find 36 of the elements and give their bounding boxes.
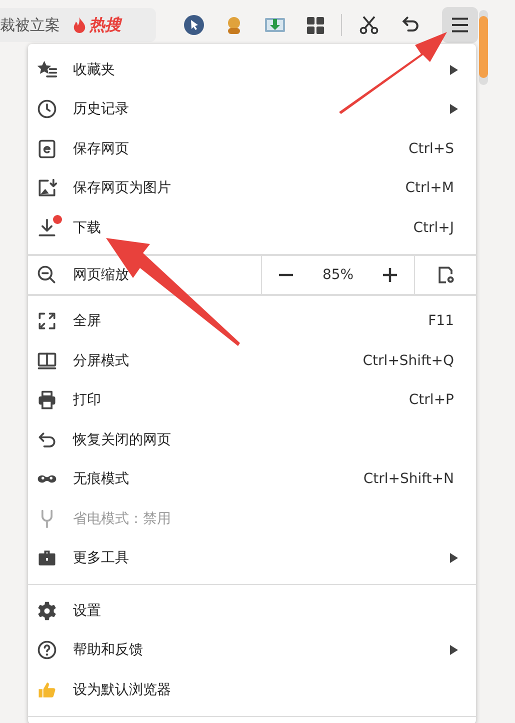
menu-icon	[451, 17, 469, 33]
search-bar[interactable]: 裁被立案 热搜	[0, 8, 156, 42]
scissors-icon[interactable]	[358, 14, 380, 36]
menu-item[interactable]: 分屏模式 Ctrl+Shift+Q	[28, 341, 476, 380]
shortcut-text: Ctrl+Shift+Q	[362, 352, 454, 369]
shortcut-text: Ctrl+M	[405, 180, 454, 196]
menu-item[interactable]: 更多工具	[28, 538, 476, 578]
shortcut-text: F11	[428, 313, 454, 330]
menu-item[interactable]: 历史记录	[28, 90, 476, 129]
menu-item[interactable]: 保存网页 Ctrl+S	[28, 129, 476, 168]
menu-button[interactable]	[442, 7, 478, 43]
image-icon	[36, 177, 60, 200]
shortcut-text: Ctrl+Shift+N	[363, 471, 454, 488]
menu-item[interactable]: 收藏夹	[28, 50, 476, 90]
menu-item[interactable]: 全屏 F11	[28, 302, 476, 341]
menu-item[interactable]: 设置	[28, 591, 476, 630]
scrollbar[interactable]	[479, 10, 488, 85]
flame-icon	[72, 16, 87, 34]
shortcut-text: Ctrl+S	[408, 140, 454, 157]
menu-item[interactable]: 设为默认浏览器	[28, 670, 476, 710]
cursor-icon[interactable]	[184, 15, 204, 35]
menu-item[interactable]: 无痕模式 Ctrl+Shift+N	[28, 460, 476, 499]
zoom-label: 网页缩放	[73, 266, 130, 284]
image-download-icon[interactable]	[264, 15, 286, 35]
shortcut-text: Ctrl+P	[408, 392, 454, 408]
menu-item[interactable]: 帮助和反馈	[28, 630, 476, 670]
zoom-value: 85%	[322, 266, 354, 282]
search-text: 裁被立案	[0, 16, 60, 34]
scrollbar-thumb[interactable]	[479, 16, 488, 78]
shortcut-text: Ctrl+J	[413, 220, 454, 236]
menu-item[interactable]: 下载 Ctrl+J	[28, 208, 476, 248]
menu-item[interactable]: 保存网页为图片 Ctrl+M	[28, 168, 476, 208]
menu-item[interactable]: 恢复关闭的网页	[28, 420, 476, 460]
grid-icon[interactable]	[306, 16, 325, 34]
menu-item[interactable]: 打印 Ctrl+P	[28, 380, 476, 420]
plus-icon	[383, 268, 397, 282]
